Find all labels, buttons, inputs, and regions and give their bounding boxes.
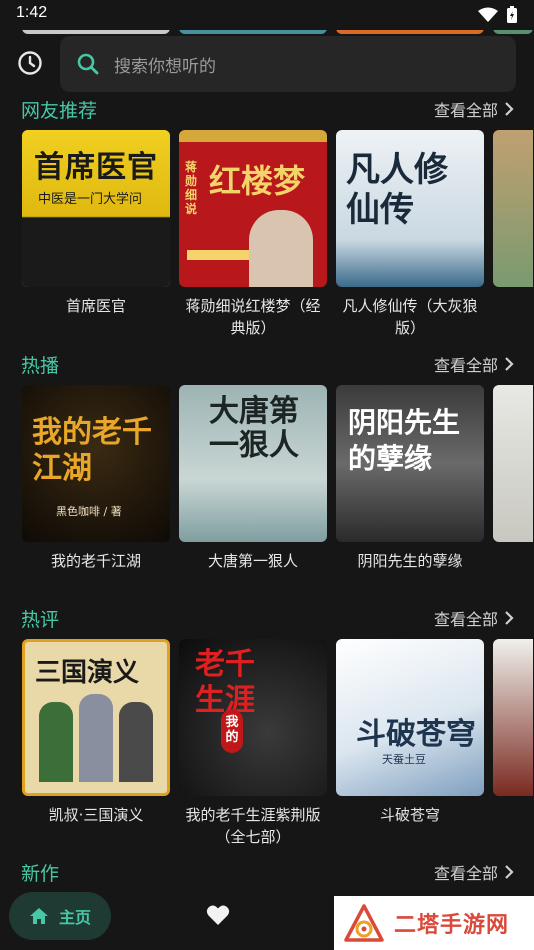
book-card[interactable]: 大唐第一狠人 大唐第一狠人 (179, 385, 327, 594)
book-card[interactable]: 老千生涯 我的 我的老千生涯紫荆版（全七部） (179, 639, 327, 848)
view-all-link[interactable]: 查看全部 (434, 97, 514, 121)
book-cover: 首席医官 中医是一门大学问 (22, 130, 170, 287)
cover-title: 三国演义 (35, 658, 140, 688)
status-time: 1:42 (16, 4, 48, 21)
chevron-right-icon (505, 611, 514, 625)
search-input[interactable]: 搜索你想听的 (60, 36, 516, 92)
book-cover: 凡人修仙传 (336, 130, 484, 287)
battery-icon (507, 6, 517, 23)
section-title: 网友推荐 (21, 100, 98, 122)
view-all-link[interactable]: 查看全部 (434, 606, 514, 630)
book-title: 首席医官 (65, 297, 126, 315)
cover-title: 凡人修仙传 (346, 150, 448, 230)
search-placeholder: 搜索你想听的 (114, 56, 216, 77)
book-card[interactable]: 我的老千江湖 黑色咖啡 / 著 我的老千江湖 (22, 385, 170, 594)
history-icon[interactable] (17, 50, 43, 76)
view-all-link[interactable]: 查看全部 (434, 860, 514, 884)
cover-subtitle: 我的 (221, 709, 243, 753)
cover-title: 红楼梦 (209, 162, 306, 200)
book-card[interactable]: 凡人修仙传 凡人修仙传（大灰狼版） (336, 130, 484, 339)
view-all-label: 查看全部 (433, 864, 498, 883)
book-card[interactable]: 斗破苍穹 天蚕土豆 斗破苍穹 (336, 639, 484, 848)
book-title: 蒋勋细说红楼梦（经典版） (185, 297, 321, 337)
watermark: 二塔手游网 (334, 896, 534, 950)
cover-title: 老千生涯 (195, 647, 255, 718)
status-bar: 1:42 (0, 0, 534, 30)
book-title: 凡人修仙传（大灰狼版） (342, 297, 478, 337)
chevron-right-icon (505, 102, 514, 116)
watermark-text: 二塔手游网 (394, 913, 510, 938)
view-all-label: 查看全部 (433, 101, 498, 120)
watermark-logo-icon (344, 904, 384, 942)
view-all-link[interactable]: 查看全部 (434, 352, 514, 376)
book-card[interactable]: 首席医官 中医是一门大学问 首席医官 (22, 130, 170, 339)
book-cover-peek[interactable] (493, 130, 533, 287)
cover-title: 我的老千江湖 (32, 415, 152, 486)
view-all-label: 查看全部 (433, 610, 498, 629)
search-row: 搜索你想听的 (0, 36, 534, 92)
section-hot-comments: 热评 查看全部 三国演义 凯叔·三国演义 老千生涯 我的 我的老千生涯紫荆版（全… (0, 605, 534, 846)
book-cover-peek[interactable] (493, 639, 533, 796)
book-cover: 三国演义 (22, 639, 170, 796)
cover-title: 斗破苍穹 (356, 717, 476, 752)
book-title: 阴阳先生的孽缘 (357, 552, 463, 570)
book-cover: 斗破苍穹 天蚕土豆 (336, 639, 484, 796)
cover-title: 大唐第一狠人 (209, 394, 299, 463)
nav-home-label: 主页 (58, 908, 91, 927)
card-row: 我的老千江湖 黑色咖啡 / 著 我的老千江湖 大唐第一狠人 大唐第一狠人 阴阳先… (22, 385, 533, 594)
book-card[interactable]: 三国演义 凯叔·三国演义 (22, 639, 170, 848)
status-icons (478, 6, 518, 24)
cover-title: 首席医官 (34, 150, 158, 185)
card-row: 三国演义 凯叔·三国演义 老千生涯 我的 我的老千生涯紫荆版（全七部） 斗破苍穹… (22, 639, 533, 848)
section-hot-play: 热播 查看全部 我的老千江湖 黑色咖啡 / 著 我的老千江湖 大唐第一狠人 大唐… (0, 351, 534, 570)
book-cover: 蒋勋细说 红楼梦 (179, 130, 327, 287)
section-title: 新作 (21, 863, 60, 885)
section-title: 热评 (21, 609, 60, 631)
cover-subtitle: 中医是一门大学问 (38, 192, 143, 207)
cover-subtitle: 天蚕土豆 (382, 753, 426, 766)
heart-icon[interactable] (206, 904, 230, 926)
section-header: 热评 查看全部 (0, 605, 534, 635)
book-cover: 老千生涯 我的 (179, 639, 327, 796)
nav-home[interactable]: 主页 (9, 892, 111, 940)
home-icon (29, 908, 48, 924)
chevron-right-icon (505, 865, 514, 879)
section-recommended: 网友推荐 查看全部 首席医官 中医是一门大学问 首席医官 蒋勋细说 红楼梦 蒋勋… (0, 96, 534, 337)
section-header: 网友推荐 查看全部 (0, 96, 534, 126)
book-cover-peek[interactable] (493, 385, 533, 542)
book-card[interactable]: 阴阳先生的孽缘 阴阳先生的孽缘 (336, 385, 484, 594)
book-title: 凯叔·三国演义 (48, 806, 144, 824)
book-title: 我的老千江湖 (50, 552, 141, 570)
book-cover: 阴阳先生的孽缘 (336, 385, 484, 542)
cover-subtitle: 黑色咖啡 / 著 (56, 505, 122, 518)
book-cover: 大唐第一狠人 (179, 385, 327, 542)
card-row: 首席医官 中医是一门大学问 首席医官 蒋勋细说 红楼梦 蒋勋细说红楼梦（经典版）… (22, 130, 533, 339)
book-title: 我的老千生涯紫荆版（全七部） (185, 806, 321, 846)
book-title: 大唐第一狠人 (207, 552, 298, 570)
book-cover: 我的老千江湖 黑色咖啡 / 著 (22, 385, 170, 542)
cover-title: 阴阳先生的孽缘 (348, 406, 461, 475)
book-card[interactable]: 蒋勋细说 红楼梦 蒋勋细说红楼梦（经典版） (179, 130, 327, 339)
book-title: 斗破苍穹 (379, 806, 440, 824)
chevron-right-icon (505, 357, 514, 371)
search-icon (77, 53, 99, 75)
section-title: 热播 (21, 355, 60, 377)
section-header: 热播 查看全部 (0, 351, 534, 381)
view-all-label: 查看全部 (433, 356, 498, 375)
wifi-icon (478, 7, 498, 22)
cover-subtitle: 蒋勋细说 (185, 160, 198, 216)
